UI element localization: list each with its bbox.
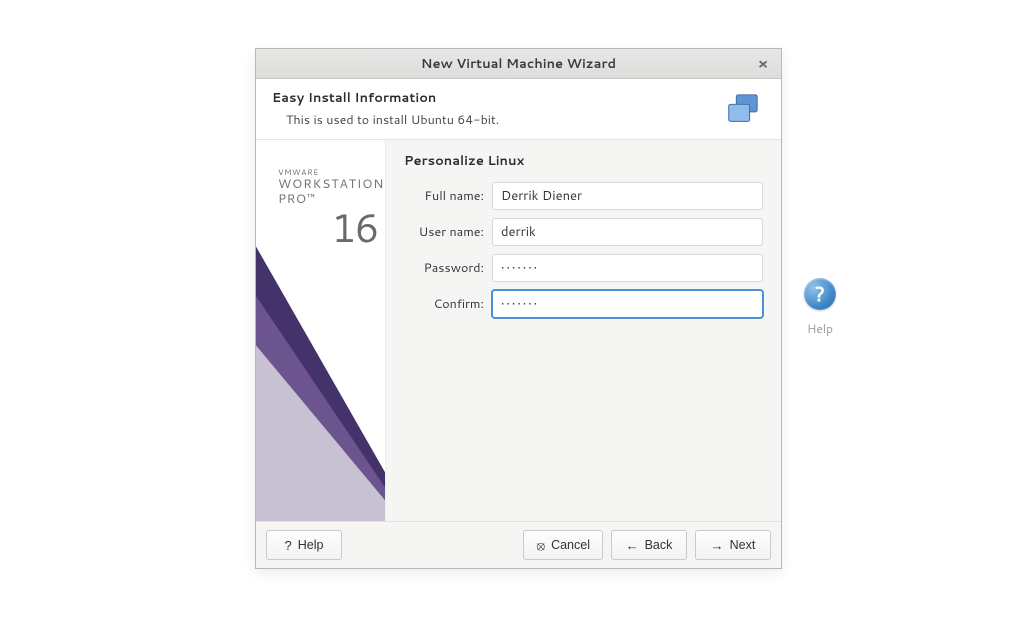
- cancel-button[interactable]: ⦻ Cancel: [523, 530, 603, 560]
- back-button-label: Back: [645, 538, 673, 552]
- header-text: Easy Install Information This is used to…: [272, 89, 499, 129]
- cancel-icon: ⦻: [536, 539, 545, 552]
- decor-triangle: [256, 343, 386, 521]
- next-button-label: Next: [730, 538, 756, 552]
- back-button[interactable]: ← Back: [611, 530, 687, 560]
- wizard-dialog: New Virtual Machine Wizard × Easy Instal…: [255, 48, 782, 569]
- body: VMWARE WORKSTATION PRO™ 16 Personalize L…: [256, 140, 781, 521]
- titlebar[interactable]: New Virtual Machine Wizard ×: [256, 49, 781, 79]
- close-icon[interactable]: ×: [753, 54, 773, 74]
- chevron-right-icon: →: [711, 539, 724, 552]
- help-icon: ?: [285, 539, 292, 552]
- vm-boxes-icon: [723, 91, 761, 129]
- header-subtext: This is used to install Ubuntu 64-bit.: [272, 111, 499, 129]
- window-title: New Virtual Machine Wizard: [421, 55, 616, 73]
- fullname-input[interactable]: [492, 182, 763, 210]
- floating-help: ? Help: [796, 278, 844, 337]
- fullname-label: Full name:: [404, 187, 484, 205]
- help-balloon-icon[interactable]: ?: [804, 278, 836, 310]
- form-area: Personalize Linux Full name: User name: …: [386, 140, 781, 521]
- help-button-label: Help: [298, 538, 324, 552]
- confirm-input[interactable]: [492, 290, 763, 318]
- password-input[interactable]: [492, 254, 763, 282]
- form-title: Personalize Linux: [404, 152, 763, 170]
- password-label: Password:: [404, 259, 484, 277]
- chevron-left-icon: ←: [626, 539, 639, 552]
- footer: ? Help ⦻ Cancel ← Back → Next: [256, 521, 781, 568]
- branding-sidebar: VMWARE WORKSTATION PRO™ 16: [256, 140, 386, 521]
- username-input[interactable]: [492, 218, 763, 246]
- header: Easy Install Information This is used to…: [256, 79, 781, 140]
- header-heading: Easy Install Information: [272, 89, 499, 107]
- floating-help-label: Help: [796, 320, 844, 337]
- next-button[interactable]: → Next: [695, 530, 771, 560]
- username-label: User name:: [404, 223, 484, 241]
- fields: Full name: User name: Password: Confirm:: [404, 182, 763, 318]
- help-button[interactable]: ? Help: [266, 530, 342, 560]
- cancel-button-label: Cancel: [551, 538, 590, 552]
- confirm-label: Confirm:: [404, 295, 484, 313]
